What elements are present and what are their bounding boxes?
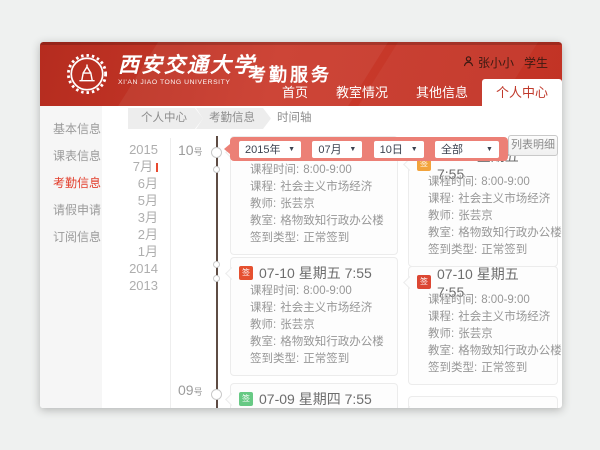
card-field: 签到类型:正常签到 bbox=[239, 230, 389, 247]
attendance-card[interactable] bbox=[408, 396, 558, 408]
attendance-card[interactable]: 签 07-10 星期五 7:55 课程时间:8:00-9:00 课程:社会主义市… bbox=[230, 257, 398, 376]
card-date: 07-09 星期四 7:55 bbox=[259, 389, 372, 408]
breadcrumb-personal-center[interactable]: 个人中心 bbox=[128, 108, 203, 129]
timeline-nav-july[interactable]: 7月 bbox=[104, 158, 158, 175]
sidebar: 基本信息 课表信息 考勤信息 请假申请 订阅信息 bbox=[40, 106, 102, 408]
timeline-node bbox=[213, 166, 220, 173]
card-field: 签到类型:正常签到 bbox=[417, 360, 549, 377]
university-name-en: XI'AN JIAO TONG UNIVERSITY bbox=[118, 79, 256, 86]
timeline-nav-june[interactable]: 6月 bbox=[104, 175, 158, 192]
timeline-nav-february[interactable]: 2月 bbox=[104, 226, 158, 243]
card-field: 教室:格物致知行政办公楼 bbox=[239, 213, 389, 230]
card-field: 课程:社会主义市场经济 bbox=[239, 300, 389, 317]
user-role: 学生 bbox=[524, 54, 548, 71]
timeline-nav-january[interactable]: 1月 bbox=[104, 243, 158, 260]
breadcrumb-attendance[interactable]: 考勤信息 bbox=[196, 108, 271, 129]
main-nav: 首页 教室情况 其他信息 个人中心 bbox=[268, 79, 562, 106]
attendance-card[interactable]: 签 07-09 星期四 7:55 bbox=[230, 383, 398, 408]
page-background: 西安交通大学 XI'AN JIAO TONG UNIVERSITY 考勤服务 张… bbox=[0, 0, 600, 450]
breadcrumb: 个人中心 考勤信息 时间轴 bbox=[128, 108, 321, 129]
signin-status-icon: 签 bbox=[239, 266, 253, 280]
card-field: 课程时间:8:00-9:00 bbox=[239, 162, 389, 179]
timeline-nav-may[interactable]: 5月 bbox=[104, 192, 158, 209]
timeline-day-label-09: 09号 bbox=[178, 382, 203, 398]
nav-item-classrooms[interactable]: 教室情况 bbox=[322, 79, 402, 106]
timeline-nav-2013[interactable]: 2013 bbox=[104, 277, 158, 294]
card-field: 教室:格物致知行政办公楼 bbox=[417, 225, 549, 242]
nav-item-home[interactable]: 首页 bbox=[268, 79, 322, 106]
user-icon bbox=[463, 56, 474, 70]
breadcrumb-timeline[interactable]: 时间轴 bbox=[264, 108, 328, 129]
app-header: 西安交通大学 XI'AN JIAO TONG UNIVERSITY 考勤服务 张… bbox=[40, 42, 562, 106]
timeline-year-month-nav: 2015 7月 6月 5月 3月 2月 1月 2014 2013 bbox=[104, 141, 158, 294]
card-field: 教室:格物致知行政办公楼 bbox=[417, 343, 549, 360]
signin-status-icon: 签 bbox=[417, 275, 431, 289]
attendance-card[interactable]: 签 07-10 星期五 7:55 课程时间:8:00-9:00 课程:社会主义市… bbox=[408, 148, 558, 267]
attendance-app-window: 西安交通大学 XI'AN JIAO TONG UNIVERSITY 考勤服务 张… bbox=[40, 42, 562, 408]
card-field: 教师:张芸京 bbox=[239, 317, 389, 334]
timeline-axis bbox=[216, 136, 218, 408]
year-dropdown[interactable]: 2015年 ▼ bbox=[239, 141, 301, 158]
nav-item-personal-center[interactable]: 个人中心 bbox=[482, 79, 562, 106]
chevron-down-icon: ▼ bbox=[411, 146, 418, 153]
card-field: 教师:张芸京 bbox=[239, 196, 389, 213]
list-detail-button[interactable]: 列表明细 bbox=[508, 135, 558, 156]
sidebar-item-attendance[interactable]: 考勤信息 bbox=[53, 170, 102, 197]
sidebar-item-timetable[interactable]: 课表信息 bbox=[53, 143, 102, 170]
user-info[interactable]: 张小小 学生 bbox=[463, 54, 548, 71]
card-field: 教师:张芸京 bbox=[417, 208, 549, 225]
timeline-node bbox=[211, 389, 222, 400]
signin-status-icon: 签 bbox=[239, 392, 253, 406]
university-name-cn: 西安交通大学 bbox=[118, 53, 256, 78]
timeline-node bbox=[213, 275, 220, 282]
chevron-down-icon: ▼ bbox=[349, 146, 356, 153]
timeline-node bbox=[213, 261, 220, 268]
card-header: 签 07-09 星期四 7:55 bbox=[239, 389, 389, 408]
card-field: 课程:社会主义市场经济 bbox=[417, 191, 549, 208]
card-field: 签到类型:正常签到 bbox=[417, 242, 549, 259]
chevron-down-icon: ▼ bbox=[486, 146, 493, 153]
timeline-nav-2015[interactable]: 2015 bbox=[104, 141, 158, 158]
month-dropdown[interactable]: 07月 ▼ bbox=[312, 141, 362, 158]
card-field: 教师:张芸京 bbox=[417, 326, 549, 343]
type-dropdown[interactable]: 全部 ▼ bbox=[435, 141, 499, 158]
card-header: 签 07-10 星期五 7:55 bbox=[239, 263, 389, 283]
timeline-nav-march[interactable]: 3月 bbox=[104, 209, 158, 226]
sidebar-item-subscription[interactable]: 订阅信息 bbox=[53, 224, 102, 251]
timeline-nav-2014[interactable]: 2014 bbox=[104, 260, 158, 277]
timeline-node bbox=[211, 147, 222, 158]
user-name: 张小小 bbox=[478, 54, 514, 71]
card-date: 07-10 星期五 7:55 bbox=[259, 263, 372, 283]
university-logo-icon bbox=[66, 53, 108, 95]
card-field: 课程:社会主义市场经济 bbox=[417, 309, 549, 326]
card-field: 课程时间:8:00-9:00 bbox=[417, 292, 549, 309]
nav-item-other-info[interactable]: 其他信息 bbox=[402, 79, 482, 106]
card-header: 签 07-10 星期五 7:55 bbox=[417, 272, 549, 292]
months-divider bbox=[170, 138, 171, 408]
card-field: 课程:社会主义市场经济 bbox=[239, 179, 389, 196]
card-field: 教室:格物致知行政办公楼 bbox=[239, 334, 389, 351]
filter-bar: 2015年 ▼ 07月 ▼ 10日 ▼ 全部 ▼ bbox=[230, 137, 508, 161]
header-top-accent bbox=[40, 42, 562, 45]
day-dropdown[interactable]: 10日 ▼ bbox=[374, 141, 424, 158]
attendance-card[interactable]: 签 07-10 星期五 7:55 课程时间:8:00-9:00 课程:社会主义市… bbox=[408, 266, 558, 385]
card-field: 课程时间:8:00-9:00 bbox=[417, 174, 549, 191]
sidebar-item-leave-request[interactable]: 请假申请 bbox=[53, 197, 102, 224]
sidebar-item-basic-info[interactable]: 基本信息 bbox=[53, 116, 102, 143]
card-field: 签到类型:正常签到 bbox=[239, 351, 389, 368]
university-name-block: 西安交通大学 XI'AN JIAO TONG UNIVERSITY bbox=[118, 53, 256, 86]
card-field: 课程时间:8:00-9:00 bbox=[239, 283, 389, 300]
chevron-down-icon: ▼ bbox=[288, 146, 295, 153]
timeline-day-label-10: 10号 bbox=[178, 142, 203, 158]
